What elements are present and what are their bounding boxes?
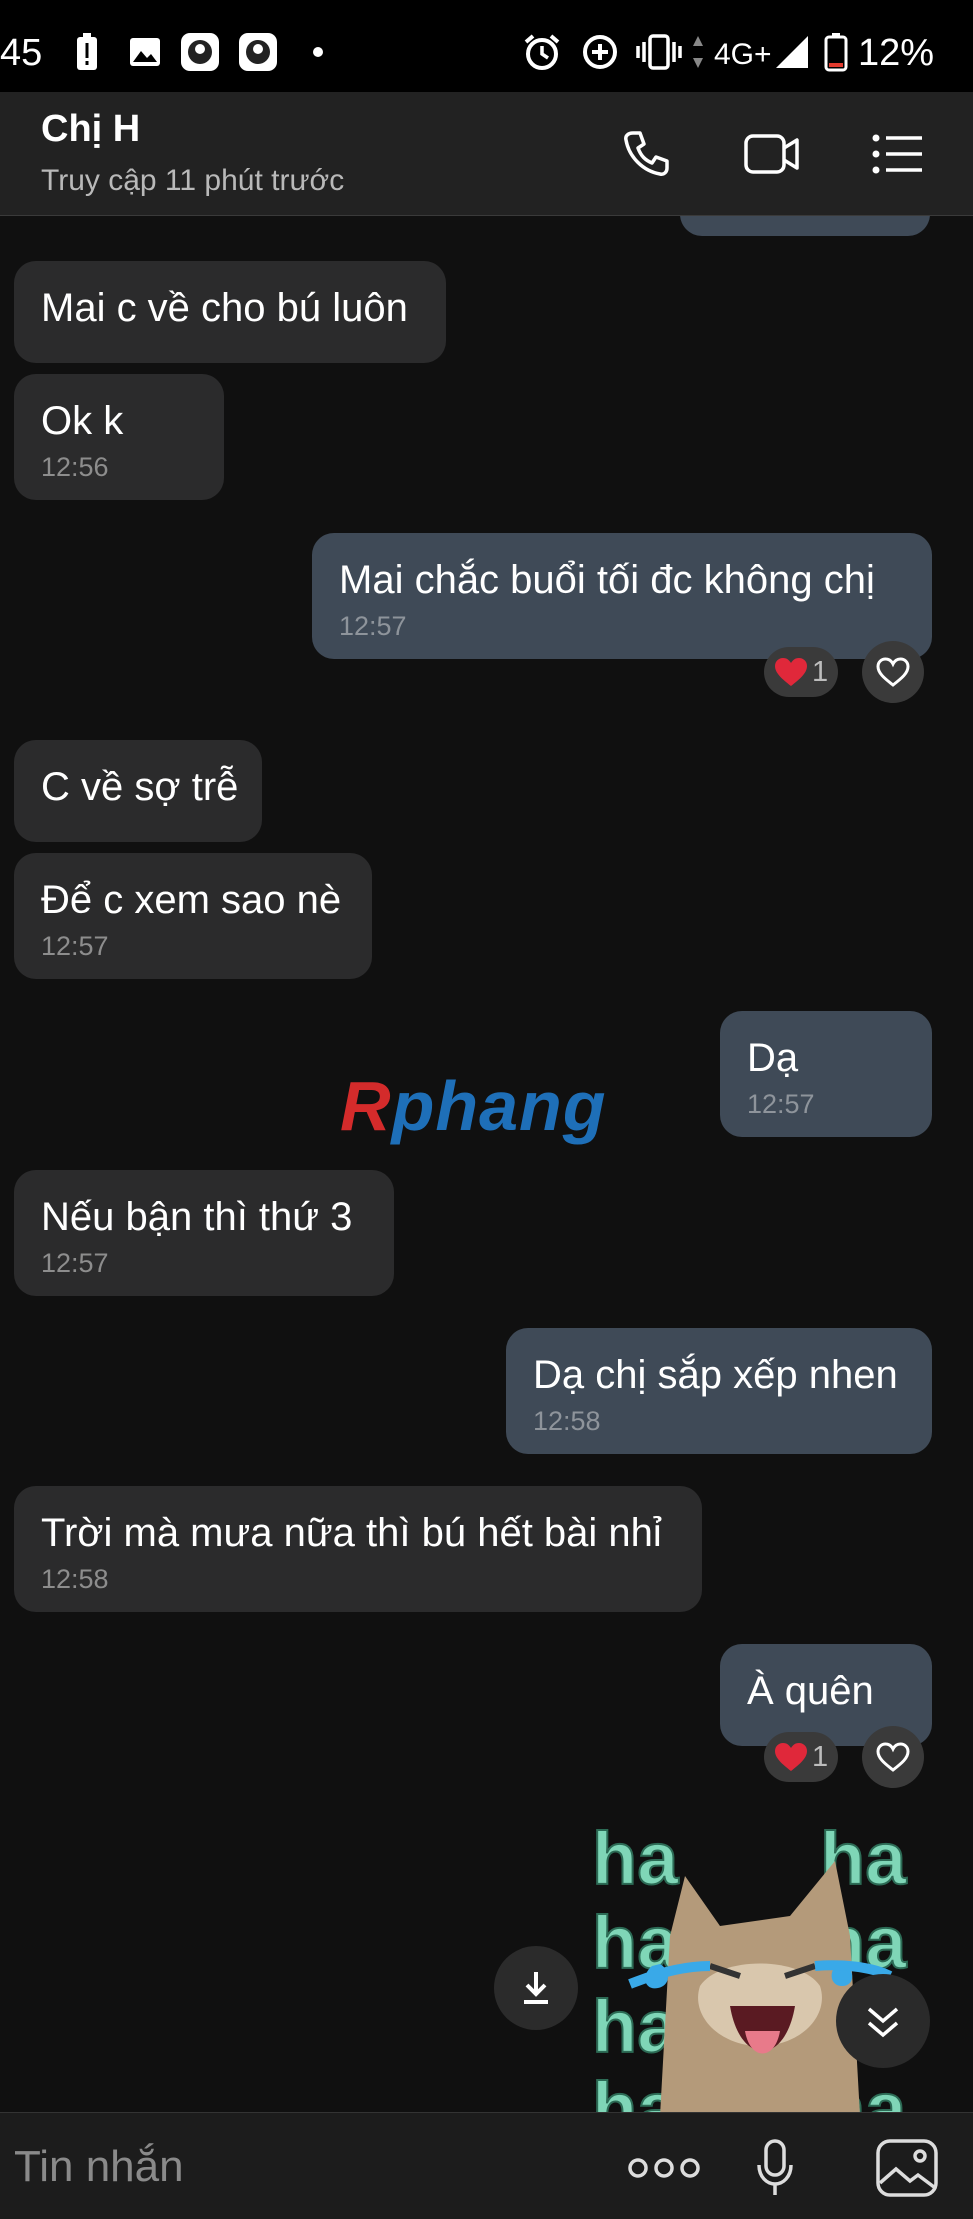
message-time: 12:57	[339, 611, 407, 641]
network-type: 4G+	[714, 38, 772, 71]
download-icon	[524, 1972, 548, 2004]
message-time: 12:56	[41, 452, 109, 482]
video-camera-icon	[744, 134, 799, 174]
message-bubble-partial[interactable]	[680, 216, 930, 236]
gallery-button[interactable]	[868, 2129, 946, 2207]
react-button[interactable]	[862, 1726, 924, 1788]
message-outgoing[interactable]: Dạ chị sắp xếp nhen 12:58	[506, 1328, 932, 1454]
image-gallery-icon	[876, 2139, 938, 2197]
heart-icon	[775, 1743, 807, 1771]
alarm-icon	[520, 30, 564, 74]
vibrate-icon	[636, 30, 682, 74]
message-incoming[interactable]: Nếu bận thì thứ 3 12:57	[14, 1170, 394, 1296]
message-time: 12:57	[41, 931, 109, 961]
message-incoming[interactable]: Ok k 12:56	[14, 374, 224, 500]
status-time: 45	[0, 32, 43, 74]
video-call-button[interactable]	[732, 114, 812, 194]
message-time: 12:57	[41, 1248, 109, 1278]
message-incoming[interactable]: Mai c về cho bú luôn	[14, 261, 446, 363]
message-list[interactable]: Mai c về cho bú luôn Ok k 12:56 Mai chắc…	[0, 216, 973, 2112]
chat-options-button[interactable]	[858, 114, 938, 194]
reaction-badge[interactable]: 1	[764, 647, 839, 697]
chat-header: Chị H Truy cập 11 phút trước	[0, 92, 973, 216]
more-dots-icon	[628, 2158, 700, 2178]
message-time: 12:58	[41, 1564, 109, 1594]
message-incoming[interactable]: Để c xem sao nè 12:57	[14, 853, 372, 979]
message-text: À quên	[747, 1669, 874, 1713]
double-chevron-down-icon	[867, 2007, 899, 2038]
reaction-badge[interactable]: 1	[764, 1732, 839, 1782]
battery-percent: 12%	[858, 32, 935, 74]
message-outgoing[interactable]: Dạ 12:57	[720, 1011, 932, 1137]
message-outgoing[interactable]: Mai chắc buổi tối đc không chị 12:57	[312, 533, 932, 659]
data-arrows-icon	[690, 30, 706, 74]
message-text: Nếu bận thì thứ 3	[41, 1195, 353, 1239]
message-text: Mai chắc buổi tối đc không chị	[339, 558, 875, 602]
message-text: Dạ chị sắp xếp nhen	[533, 1353, 898, 1397]
message-text: C về sợ trễ	[41, 765, 239, 809]
voice-call-button[interactable]	[606, 114, 686, 194]
image-icon	[128, 30, 162, 74]
message-text: Trời mà mưa nữa thì bú hết bài nhỉ	[41, 1511, 662, 1555]
app-notification-icon	[180, 30, 220, 74]
app-notification-icon	[238, 30, 278, 74]
battery-alert-icon	[72, 30, 102, 74]
message-text: Ok k	[41, 399, 124, 443]
message-text: Mai c về cho bú luôn	[41, 286, 408, 330]
message-input-bar	[0, 2112, 973, 2219]
reaction-count: 1	[812, 1740, 829, 1773]
dot-icon	[310, 30, 326, 74]
scroll-to-bottom-button[interactable]	[836, 1974, 930, 2068]
message-time: 12:58	[533, 1406, 601, 1436]
list-menu-icon	[872, 134, 922, 174]
message-input[interactable]	[14, 2137, 574, 2197]
phone-icon	[624, 131, 669, 176]
heart-outline-icon	[876, 657, 910, 687]
svg-text:ha: ha	[592, 1817, 679, 1900]
more-options-button[interactable]	[604, 2129, 724, 2207]
last-seen-status: Truy cập 11 phút trước	[41, 164, 345, 197]
download-button[interactable]	[494, 1946, 578, 2030]
message-text: Dạ	[747, 1036, 799, 1080]
heart-outline-icon	[876, 1742, 910, 1772]
contact-name[interactable]: Chị H	[41, 108, 140, 151]
status-bar: 45 4G+ 12%	[0, 0, 973, 92]
voice-record-button[interactable]	[736, 2129, 814, 2207]
message-time: 12:57	[747, 1089, 815, 1119]
battery-icon	[822, 30, 850, 74]
microphone-icon	[757, 2139, 793, 2195]
watermark-logo: Rphang	[340, 1067, 607, 1145]
signal-icon	[772, 30, 812, 74]
reaction-count: 1	[812, 655, 829, 688]
message-text: Để c xem sao nè	[41, 878, 342, 922]
react-button[interactable]	[862, 641, 924, 703]
data-saver-icon	[578, 30, 622, 74]
message-incoming[interactable]: C về sợ trễ	[14, 740, 262, 842]
heart-icon	[775, 658, 807, 686]
message-incoming[interactable]: Trời mà mưa nữa thì bú hết bài nhỉ 12:58	[14, 1486, 702, 1612]
